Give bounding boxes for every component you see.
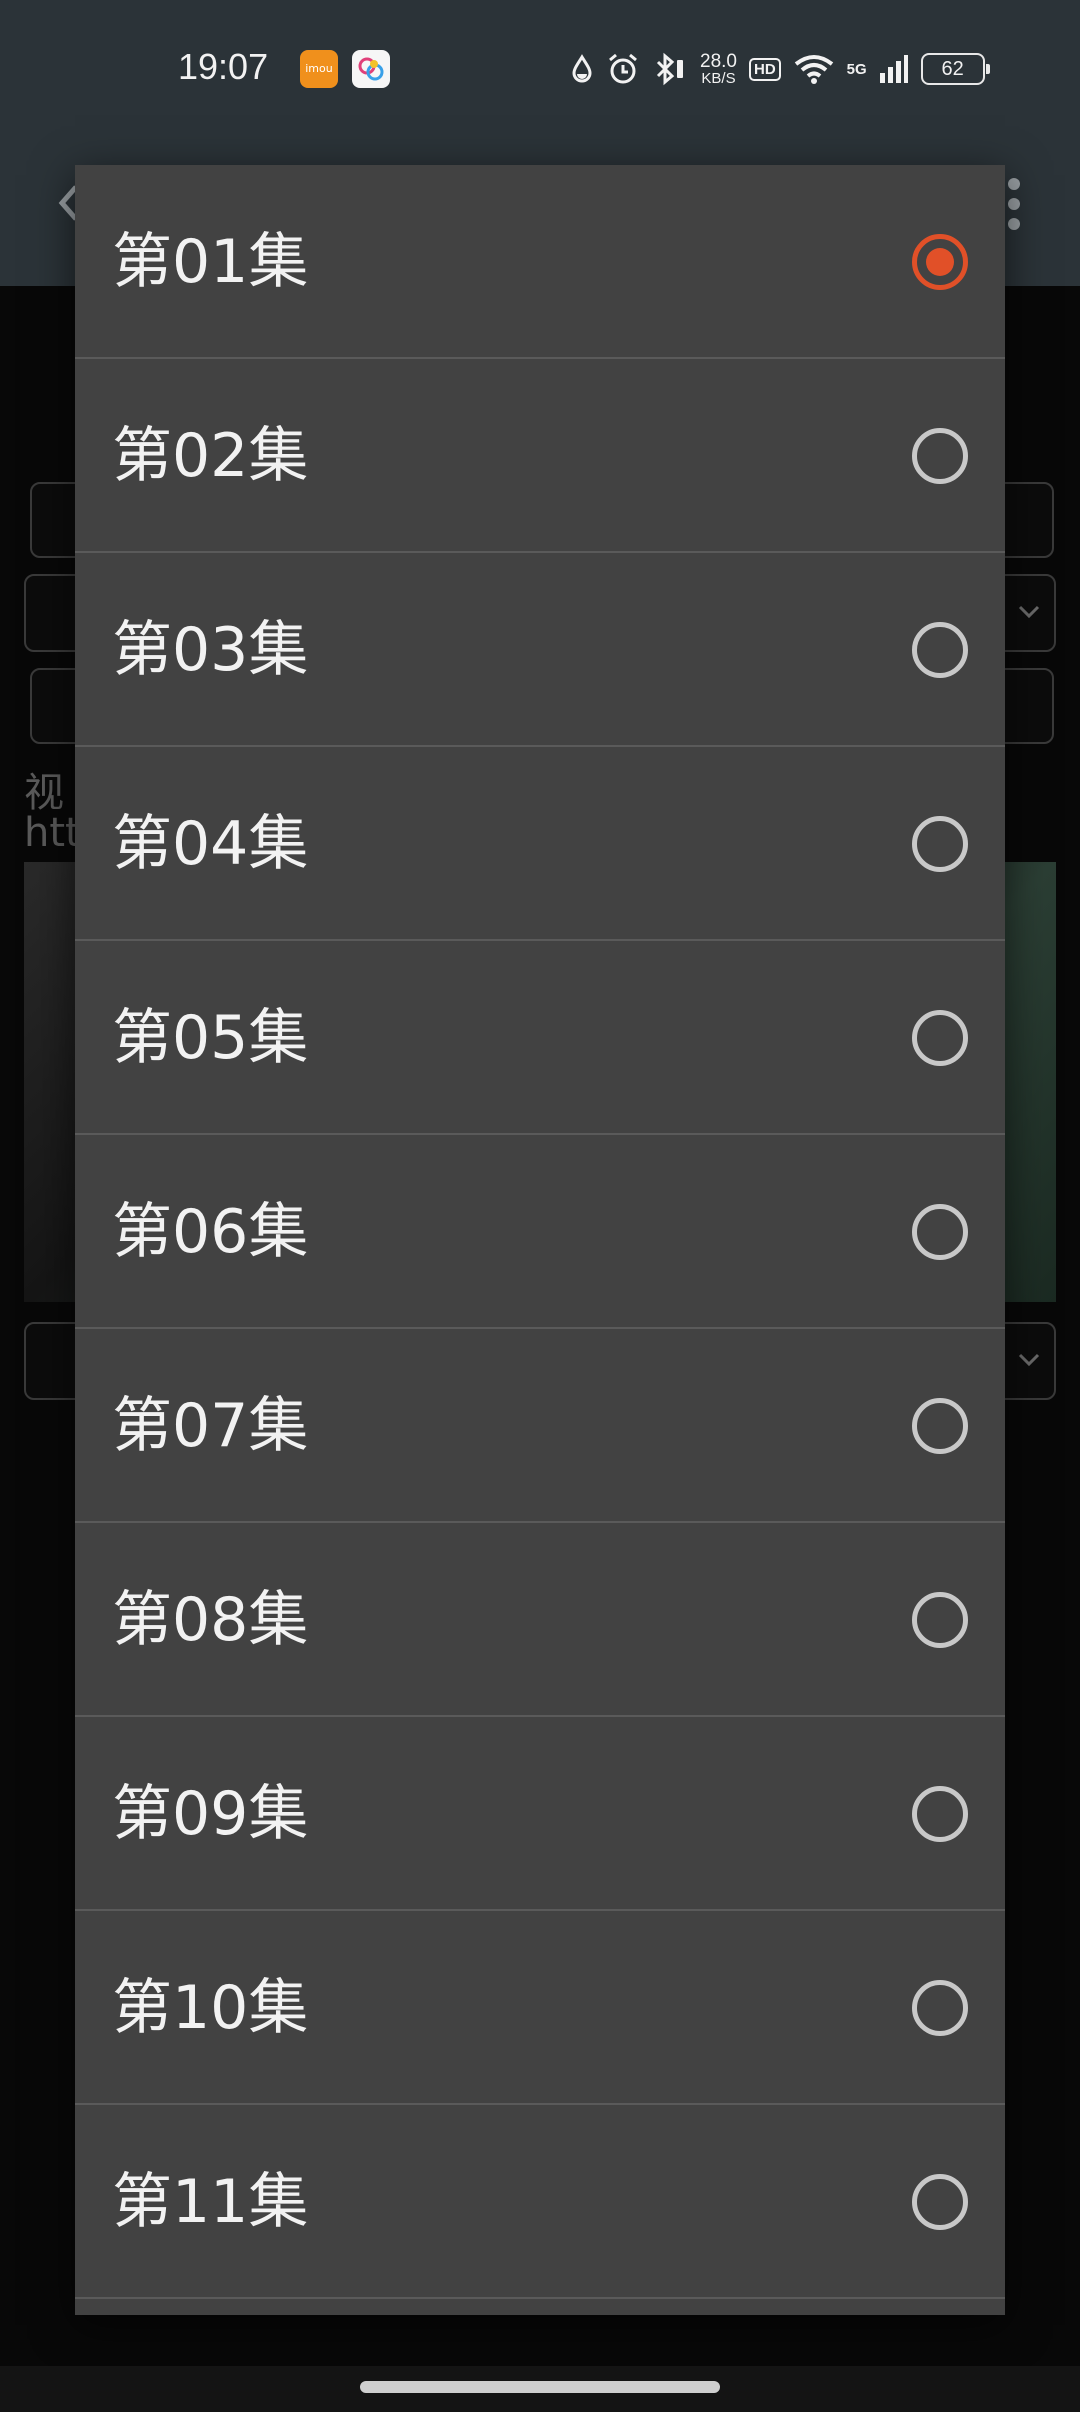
status-icons: 28.0 KB/S HD 5G 62 — [570, 44, 990, 94]
wifi-icon — [794, 55, 833, 84]
episode-option[interactable]: 第02集 — [75, 359, 1005, 553]
chevron-down-icon — [1018, 605, 1040, 619]
episode-label: 第07集 — [112, 1391, 309, 1461]
episode-label: 第11集 — [112, 2167, 309, 2237]
network-type: 5G — [846, 60, 867, 78]
episode-label: 第02集 — [112, 421, 309, 491]
radio-unchecked-icon[interactable] — [912, 1010, 968, 1066]
chevron-down-icon — [1018, 1353, 1040, 1367]
status-bar: 19:07 imou 28.0 KB/S HD 5G 62 — [0, 0, 1080, 140]
network-speed: 28.0 KB/S — [700, 50, 737, 87]
navigation-bar — [0, 2366, 1080, 2412]
episode-option[interactable]: 第07集 — [75, 1329, 1005, 1523]
radio-unchecked-icon[interactable] — [912, 622, 968, 678]
water-drop-icon — [572, 54, 592, 83]
battery-indicator: 62 — [920, 53, 990, 85]
alarm-icon — [609, 53, 637, 84]
episode-option[interactable]: 第05集 — [75, 941, 1005, 1135]
episode-label: 第08集 — [112, 1585, 309, 1655]
episode-label: 第01集 — [112, 227, 309, 297]
radio-unchecked-icon[interactable] — [912, 1398, 968, 1454]
radio-unchecked-icon[interactable] — [912, 1204, 968, 1260]
radio-checked-icon[interactable] — [912, 234, 968, 290]
video-url-text: htt — [24, 810, 81, 856]
network-speed-value: 28.0 — [700, 50, 737, 72]
episode-label: 第09集 — [112, 1779, 309, 1849]
episode-label: 第10集 — [112, 1973, 309, 2043]
episode-option[interactable]: 第06集 — [75, 1135, 1005, 1329]
episode-select-dialog: 第01集 第02集 第03集 第04集 第05集 第06集 第07集 第08集 … — [75, 165, 1005, 2315]
episode-option[interactable]: 第03集 — [75, 553, 1005, 747]
episode-label: 第04集 — [112, 809, 309, 879]
radio-unchecked-icon[interactable] — [912, 1592, 968, 1648]
radio-unchecked-icon[interactable] — [912, 816, 968, 872]
radio-unchecked-icon[interactable] — [912, 428, 968, 484]
hd-badge: HD — [748, 57, 781, 81]
episode-option[interactable]: 第11集 — [75, 2105, 1005, 2299]
more-options-icon[interactable] — [1004, 176, 1024, 232]
episode-option[interactable]: 第08集 — [75, 1523, 1005, 1717]
episode-label: 第05集 — [112, 1003, 309, 1073]
radio-unchecked-icon[interactable] — [912, 1980, 968, 2036]
signal-icon — [879, 55, 908, 83]
radio-unchecked-icon[interactable] — [912, 2174, 968, 2230]
status-time: 19:07 — [178, 46, 269, 87]
episode-label: 第03集 — [112, 615, 309, 685]
episode-option[interactable]: 第10集 — [75, 1911, 1005, 2105]
episode-option[interactable]: 第09集 — [75, 1717, 1005, 1911]
episode-option[interactable]: 第04集 — [75, 747, 1005, 941]
bluetooth-icon — [656, 52, 683, 86]
network-speed-unit: KB/S — [701, 69, 736, 87]
radio-unchecked-icon[interactable] — [912, 1786, 968, 1842]
episode-option[interactable]: 第01集 — [75, 165, 1005, 359]
episode-label: 第06集 — [112, 1197, 309, 1267]
home-gesture-handle[interactable] — [360, 2381, 720, 2393]
colorful-app-icon — [352, 50, 390, 88]
imou-app-icon: imou — [300, 50, 338, 88]
